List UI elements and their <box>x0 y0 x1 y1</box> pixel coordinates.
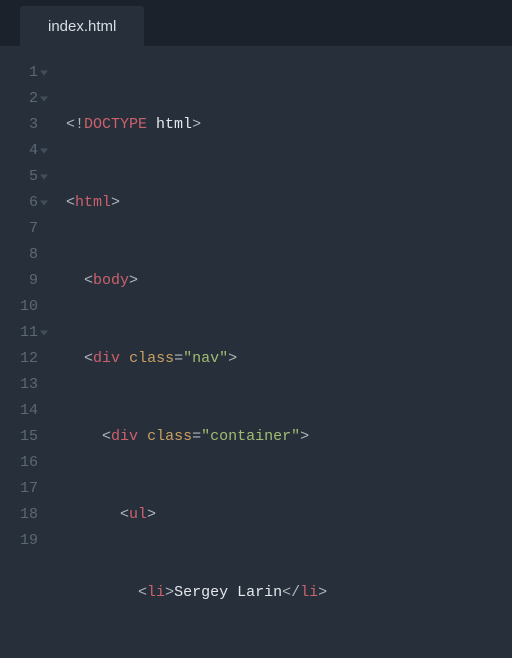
line-number: 1 <box>0 60 38 86</box>
line-number: 15 <box>0 424 38 450</box>
line-number: 16 <box>0 450 38 476</box>
line-number: 9 <box>0 268 38 294</box>
fold-icon[interactable] <box>40 201 48 206</box>
line-number: 17 <box>0 476 38 502</box>
code-line: <body> <box>66 268 512 294</box>
fold-icon[interactable] <box>40 149 48 154</box>
code-line: <!DOCTYPE html> <box>66 112 512 138</box>
line-number: 5 <box>0 164 38 190</box>
line-number: 13 <box>0 372 38 398</box>
code-line: <ul> <box>66 502 512 528</box>
line-number: 10 <box>0 294 38 320</box>
line-number: 8 <box>0 242 38 268</box>
line-number: 7 <box>0 216 38 242</box>
line-number: 18 <box>0 502 38 528</box>
fold-icon[interactable] <box>40 97 48 102</box>
line-number: 19 <box>0 528 38 554</box>
code-line: <html> <box>66 190 512 216</box>
line-number: 14 <box>0 398 38 424</box>
fold-icon[interactable] <box>40 175 48 180</box>
code-line: <div class="nav"> <box>66 346 512 372</box>
code-editor[interactable]: 12345678910111213141516171819 <!DOCTYPE … <box>0 46 512 658</box>
line-number: 6 <box>0 190 38 216</box>
line-number: 4 <box>0 138 38 164</box>
tab-index-html[interactable]: index.html <box>20 6 144 46</box>
line-number: 11 <box>0 320 38 346</box>
tab-bar: index.html <box>0 0 512 46</box>
line-number: 2 <box>0 86 38 112</box>
line-number: 12 <box>0 346 38 372</box>
code-line: <li>Sergey Larin</li> <box>66 580 512 606</box>
line-number: 3 <box>0 112 38 138</box>
fold-icon[interactable] <box>40 71 48 76</box>
code-line: <div class="container"> <box>66 424 512 450</box>
line-gutter: 12345678910111213141516171819 <box>0 60 52 658</box>
fold-icon[interactable] <box>40 331 48 336</box>
code-area[interactable]: <!DOCTYPE html> <html> <body> <div class… <box>52 60 512 658</box>
